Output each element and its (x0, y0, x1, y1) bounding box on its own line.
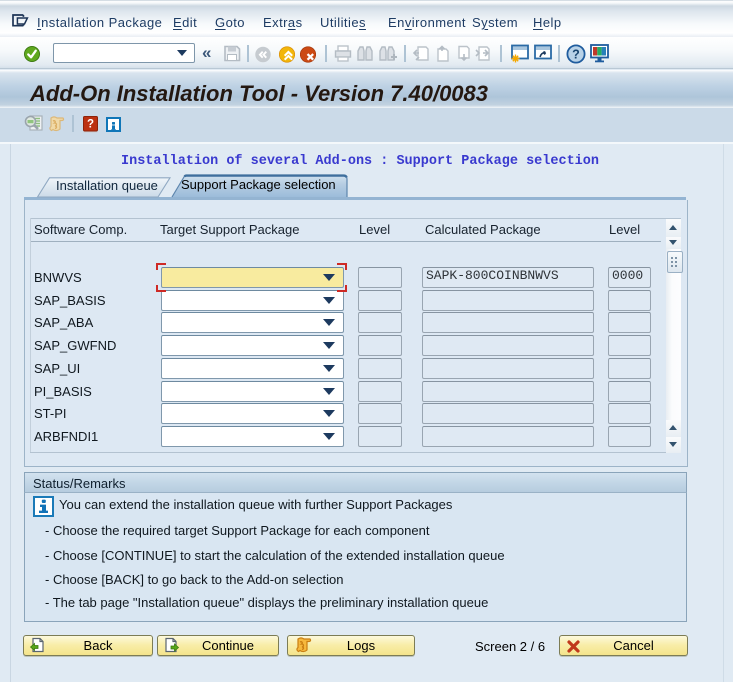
svg-text:?: ? (87, 119, 94, 131)
svg-text:?: ? (572, 48, 580, 62)
